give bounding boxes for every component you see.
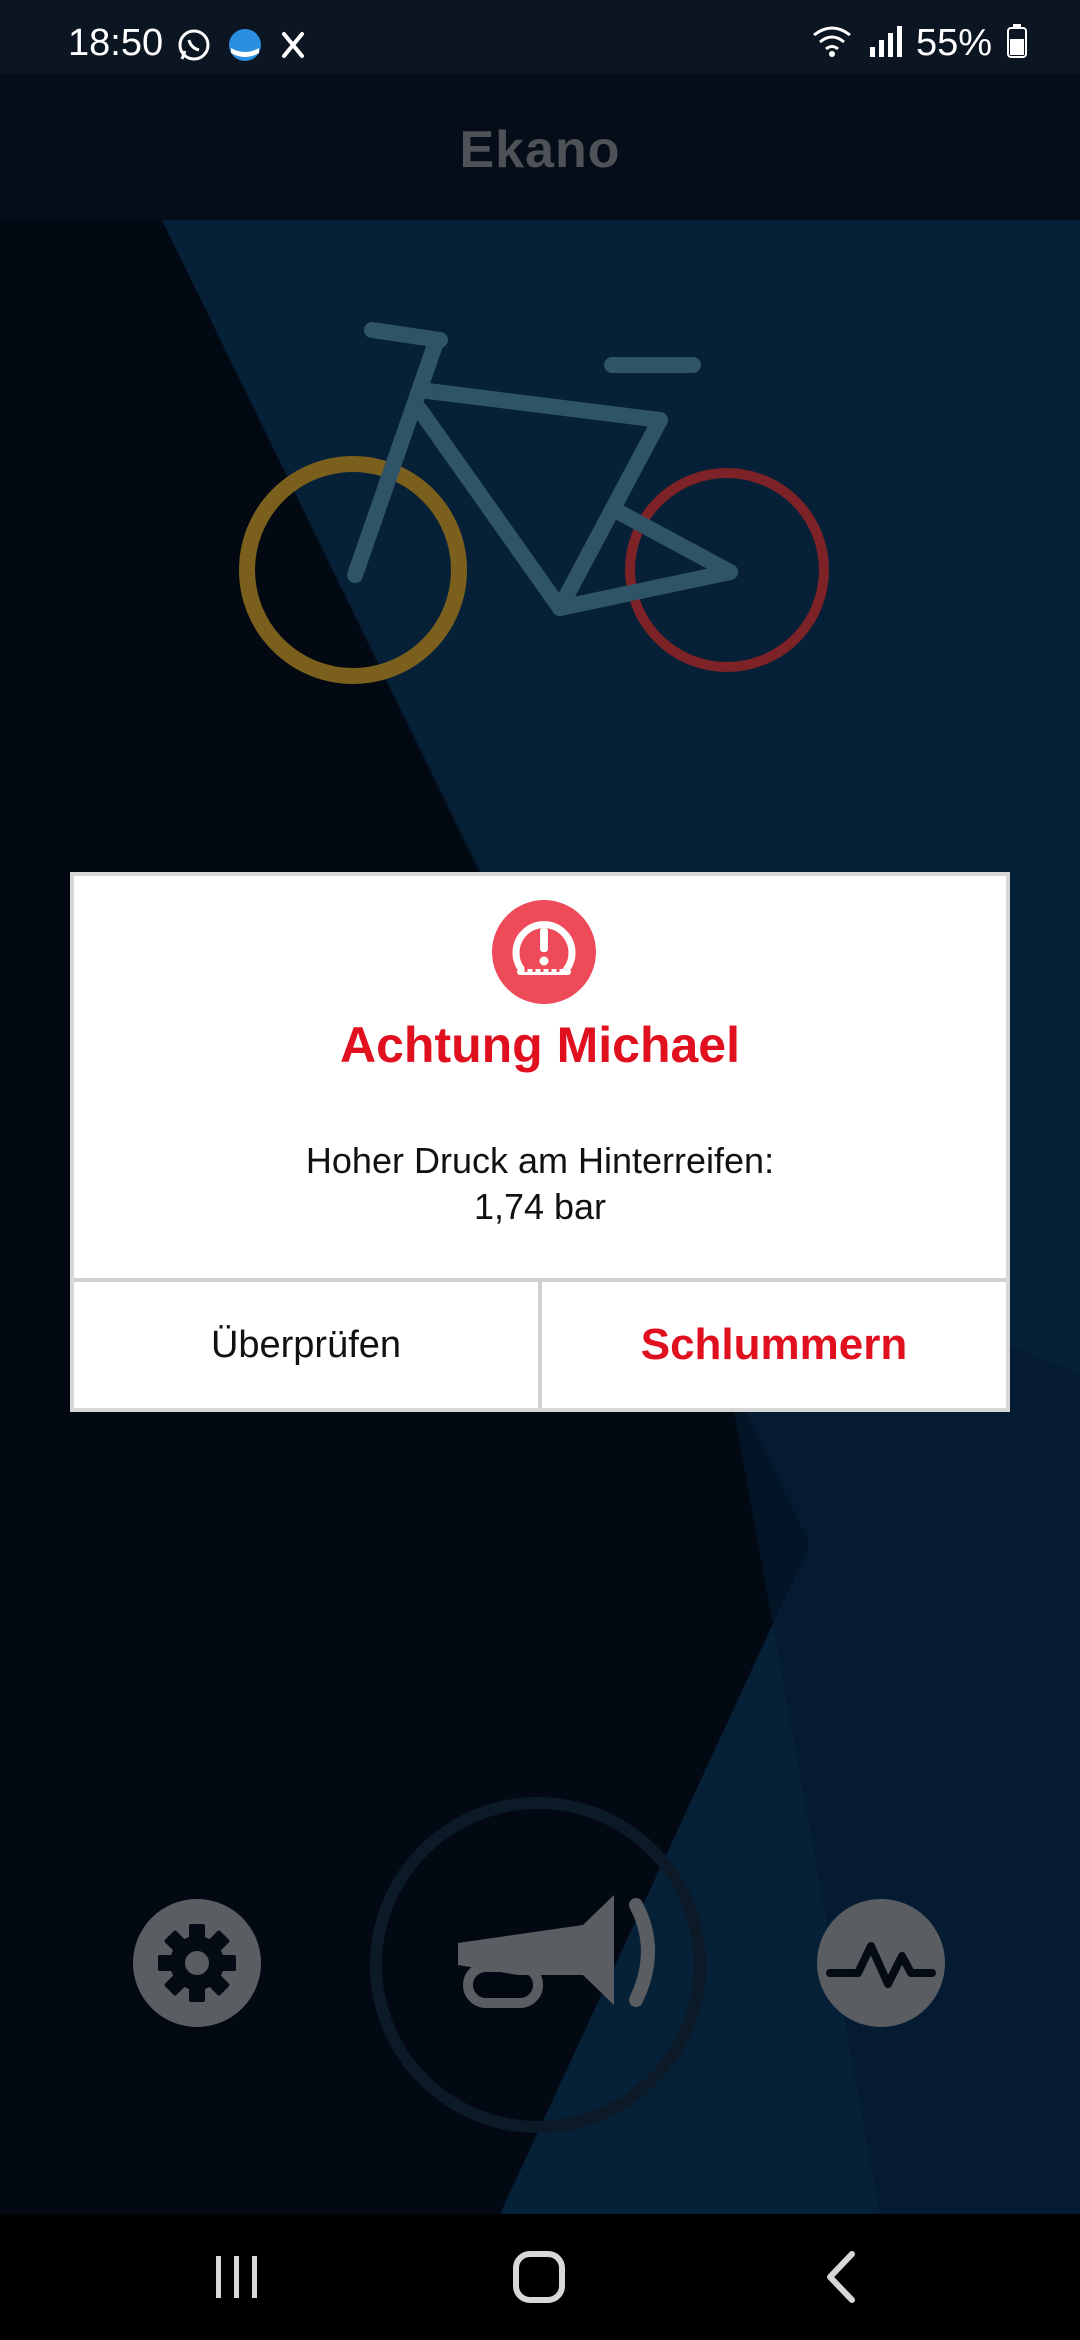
recents-icon bbox=[216, 2256, 257, 2298]
activity-icon bbox=[817, 1899, 945, 2027]
system-icons: 55% bbox=[810, 22, 1028, 65]
x-icon bbox=[278, 28, 308, 67]
check-button[interactable]: Überprüfen bbox=[74, 1282, 542, 1408]
screen: 18:50 55% Ekano Achtung Michael Hoher Dr… bbox=[0, 0, 1080, 2340]
gear-icon bbox=[133, 1899, 261, 2027]
bike-illustration bbox=[239, 322, 829, 684]
status-time: 18:50 bbox=[68, 22, 164, 64]
status-bar: 18:50 55% bbox=[0, 0, 1080, 74]
back-icon bbox=[827, 2251, 855, 2303]
horn-button[interactable] bbox=[368, 1795, 708, 2135]
signal-icon bbox=[868, 23, 902, 64]
dialog-actions: Überprüfen Schlummern bbox=[74, 1278, 1006, 1408]
back-button[interactable] bbox=[808, 2244, 878, 2310]
browser-icon bbox=[226, 26, 264, 69]
dialog-title: Achtung Michael bbox=[339, 1017, 741, 1073]
wifi-icon bbox=[810, 23, 854, 64]
dialog-message: Hoher Druck am Hinterreifen: 1,74 bar bbox=[74, 1138, 1006, 1230]
recents-button[interactable] bbox=[202, 2244, 272, 2310]
home-button[interactable] bbox=[504, 2244, 574, 2310]
tire-pressure-warning-icon bbox=[492, 900, 596, 1004]
navigation-bar bbox=[0, 2214, 1080, 2340]
horn-icon bbox=[370, 1797, 706, 2133]
whatsapp-icon bbox=[176, 27, 212, 68]
battery-icon bbox=[1006, 23, 1028, 64]
pressure-alert-dialog: Achtung Michael Hoher Druck am Hinterrei… bbox=[70, 872, 1010, 1412]
notification-icons bbox=[176, 26, 308, 69]
app-title: Ekano bbox=[459, 121, 621, 179]
battery-percentage: 55% bbox=[915, 22, 992, 64]
settings-button[interactable] bbox=[132, 1898, 262, 2028]
dialog-message-line2: 1,74 bar bbox=[473, 1186, 607, 1227]
home-icon bbox=[513, 2251, 565, 2303]
snooze-button[interactable]: Schlummern bbox=[542, 1282, 1006, 1408]
activity-button[interactable] bbox=[816, 1898, 946, 2028]
dialog-message-line1: Hoher Druck am Hinterreifen: bbox=[305, 1140, 775, 1181]
